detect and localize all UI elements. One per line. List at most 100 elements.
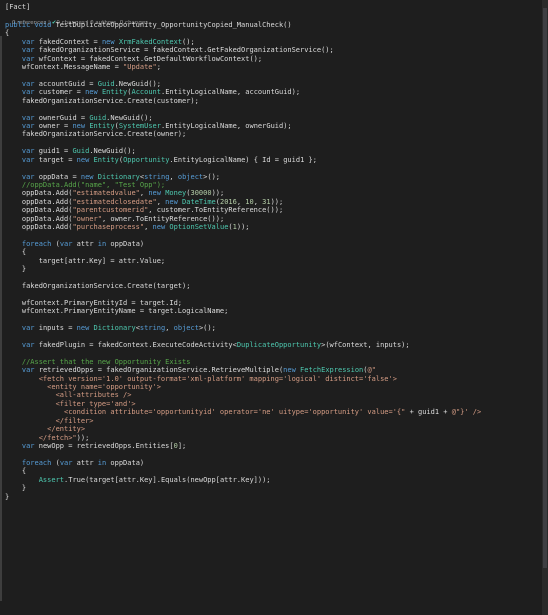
code-line[interactable]: { xyxy=(5,467,26,475)
code-line[interactable]: <all-attributes /> xyxy=(5,391,132,399)
code-line[interactable]: foreach (var attr in oppData) xyxy=(5,240,144,248)
code-token: 10 xyxy=(245,197,254,206)
code-token: var xyxy=(21,46,35,55)
code-token: OptionSetValue xyxy=(169,223,229,232)
code-line[interactable]: fakedOrganizationService.Create(owner); xyxy=(5,130,186,138)
code-line[interactable]: public void TestDuplicateOpportunity_Opp… xyxy=(5,21,292,29)
code-line[interactable]: oppData.Add("estimatedclosedate", new Da… xyxy=(5,198,283,206)
code-line[interactable]: </fetch>")); xyxy=(5,434,90,442)
code-line[interactable]: fakedOrganizationService.Create(target); xyxy=(5,282,191,290)
code-line[interactable]: } xyxy=(5,265,26,273)
code-token: "estimatedclosedate" xyxy=(72,197,157,206)
code-token: , customer.ToEntityReference()); xyxy=(148,206,284,215)
code-line[interactable]: var owner = new Entity(SystemUser.Entity… xyxy=(5,122,292,130)
code-line[interactable]: foreach (var attr in oppData) xyxy=(5,459,144,467)
code-line[interactable]: <condition attribute='opportunityid' ope… xyxy=(5,408,481,416)
code-line[interactable]: <filter type='and'> xyxy=(5,400,136,408)
code-token: Account xyxy=(131,88,161,97)
code-line[interactable]: target[attr.Key] = attr.Value; xyxy=(5,257,165,265)
code-line[interactable]: var customer = new Entity(Account.Entity… xyxy=(5,88,300,96)
code-token: "purchaseprocess" xyxy=(72,223,145,232)
code-token: fakedContext = xyxy=(34,37,102,46)
code-token: new xyxy=(72,122,86,131)
code-line[interactable]: oppData.Add("purchaseprocess", new Optio… xyxy=(5,223,250,231)
code-token: //oppData.Add("name", "Test Opp"); xyxy=(21,180,166,189)
code-token: guid1 = xyxy=(34,147,73,156)
code-token: , xyxy=(253,197,263,206)
code-token: SystemUser xyxy=(118,122,161,131)
code-token: var xyxy=(21,324,35,333)
code-line[interactable]: </filter> xyxy=(5,417,94,425)
code-line[interactable]: var retrievedOpps = fakedOrganizationSer… xyxy=(5,366,376,374)
code-token: >(); xyxy=(198,324,216,333)
code-token: object xyxy=(173,324,199,333)
code-token: var xyxy=(21,442,35,450)
code-line[interactable]: //oppData.Add("name", "Test Opp"); xyxy=(5,181,165,189)
code-token: .EntityLogicalName, accountGuid); xyxy=(161,88,301,97)
code-line[interactable]: var accountGuid = Guid.NewGuid(); xyxy=(5,80,161,88)
code-token: )); xyxy=(211,189,225,198)
code-line[interactable]: { xyxy=(5,29,9,37)
code-token: } xyxy=(5,492,10,501)
code-token: 31 xyxy=(262,197,271,206)
code-token: var xyxy=(59,458,73,467)
code-line[interactable]: } xyxy=(5,484,26,492)
code-token: .True(target[attr.Key].Equals(newOpp[att… xyxy=(64,475,271,484)
code-token: <condition attribute='opportunityid' ope… xyxy=(5,408,406,417)
code-token: wfContext = fakedContext.GetDefaultWorkf… xyxy=(34,54,263,63)
code-token: oppData.Add( xyxy=(5,197,73,206)
code-token: 2016 xyxy=(219,197,237,206)
code-token: Money xyxy=(165,189,187,198)
code-line[interactable]: var newOpp = retrievedOpps.Entities[0]; xyxy=(5,442,186,450)
code-token: owner = xyxy=(34,122,73,131)
scrollbar-thumb[interactable] xyxy=(543,8,547,568)
code-token: fakedOrganizationService.Create(owner); xyxy=(5,130,187,139)
code-line[interactable]: wfContext.PrimaryEntityName = target.Log… xyxy=(5,307,229,315)
code-token: ; xyxy=(156,63,161,72)
code-token: string xyxy=(144,172,170,181)
code-line[interactable]: wfContext.MessageName = "Update"; xyxy=(5,63,161,71)
code-token: >(wfContext, inputs); xyxy=(321,340,410,349)
code-token: XrmFakedContext xyxy=(118,37,183,46)
code-token: "parentcustomerid" xyxy=(72,206,149,215)
code-line[interactable]: </entity> xyxy=(5,425,85,433)
code-line[interactable]: oppData.Add("parentcustomerid", customer… xyxy=(5,206,283,214)
code-line[interactable]: { xyxy=(5,248,26,256)
code-token: Dictionary xyxy=(97,172,140,181)
code-token: fakedPlugin = fakedContext.ExecuteCodeAc… xyxy=(34,340,237,349)
code-token: public xyxy=(5,21,31,29)
code-line[interactable]: oppData.Add("estimatedvalue", new Money(… xyxy=(5,189,224,197)
code-line[interactable]: fakedOrganizationService.Create(customer… xyxy=(5,97,199,105)
code-token: void xyxy=(34,21,52,29)
code-token: Guid xyxy=(72,147,90,156)
code-line[interactable]: //Assert that the new Opportunity Exists xyxy=(5,357,191,366)
code-line[interactable]: var oppData = new Dictionary<string, obj… xyxy=(5,173,220,181)
vertical-scrollbar[interactable] xyxy=(542,0,548,615)
code-token: object xyxy=(177,172,204,181)
code-line[interactable]: var ownerGuid = Guid.NewGuid(); xyxy=(5,114,153,122)
code-token: //Assert that the new Opportunity Exists xyxy=(21,357,191,366)
code-line[interactable]: oppData.Add("owner", owner.ToEntityRefer… xyxy=(5,215,224,223)
code-line[interactable]: var fakedContext = new XrmFakedContext()… xyxy=(5,38,195,46)
code-line[interactable]: wfContext.PrimaryEntityId = target.Id; xyxy=(5,299,182,307)
code-line[interactable]: var target = new Entity(Opportunity.Enti… xyxy=(5,156,317,164)
code-line[interactable]: } xyxy=(5,493,9,501)
code-line[interactable]: var fakedPlugin = fakedContext.ExecuteCo… xyxy=(5,341,410,349)
code-token: { xyxy=(5,248,27,257)
code-line[interactable]: var guid1 = Guid.NewGuid(); xyxy=(5,147,136,155)
code-line[interactable]: var inputs = new Dictionary<string, obje… xyxy=(5,324,216,332)
code-token: <entity name='opportunity'> xyxy=(5,383,161,392)
code-line[interactable]: <fetch version='1.0' output-format='xml-… xyxy=(5,375,397,383)
code-line[interactable]: <entity name='opportunity'> xyxy=(5,383,161,391)
code-token: accountGuid = xyxy=(34,79,98,88)
code-editor[interactable]: [Fact] 0 references | ✔0 changes | 0 aut… xyxy=(0,0,542,615)
code-line[interactable]: var fakedOrganizationService = fakedCont… xyxy=(5,46,334,54)
code-token: { xyxy=(5,29,10,38)
code-line[interactable]: var wfContext = fakedContext.GetDefaultW… xyxy=(5,55,262,63)
code-line[interactable]: Assert.True(target[attr.Key].Equals(newO… xyxy=(5,476,271,484)
code-token: var xyxy=(21,366,35,375)
